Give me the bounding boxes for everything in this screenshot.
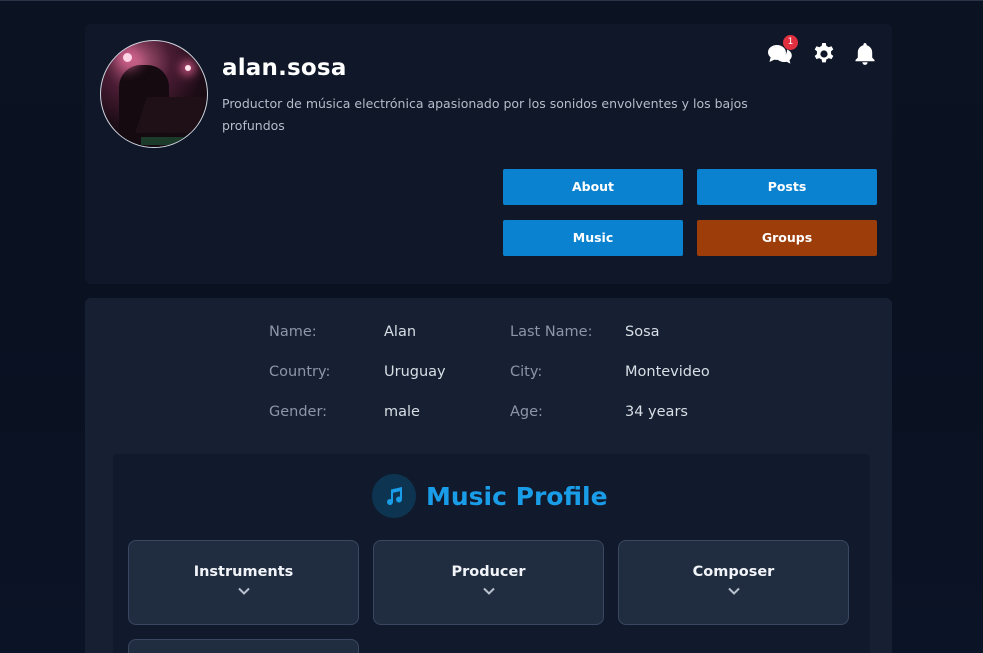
city-value: Montevideo xyxy=(625,364,710,380)
posts-button[interactable]: Posts xyxy=(697,169,877,205)
bell-icon[interactable] xyxy=(851,40,879,68)
composer-section[interactable]: Composer xyxy=(618,540,849,625)
profile-header: alan.sosa Productor de música electrónic… xyxy=(85,24,892,284)
profile-bio: Productor de música electrónica apasiona… xyxy=(222,96,748,133)
gender-label: Gender: xyxy=(269,404,328,420)
producer-section[interactable]: Producer xyxy=(373,540,604,625)
music-button[interactable]: Music xyxy=(503,220,683,256)
composer-label: Composer xyxy=(692,564,775,580)
age-label: Age: xyxy=(510,404,543,420)
about-button[interactable]: About xyxy=(503,169,683,205)
name-label: Name: xyxy=(269,324,317,340)
age-value: 34 years xyxy=(625,404,688,420)
instruments-section[interactable]: Instruments xyxy=(128,540,359,625)
music-profile-card: Music Profile Instruments Producer Compo… xyxy=(113,454,870,653)
producer-label: Producer xyxy=(451,564,526,580)
country-value: Uruguay xyxy=(384,364,446,380)
music-profile-title: Music Profile xyxy=(426,481,608,511)
chevron-down-icon xyxy=(237,587,250,595)
username: alan.sosa xyxy=(222,55,347,81)
lastname-label: Last Name: xyxy=(510,324,593,340)
chevron-down-icon xyxy=(727,587,740,595)
country-label: Country: xyxy=(269,364,331,380)
chevron-down-icon xyxy=(482,587,495,595)
profile-details-card: Name: Alan Last Name: Sosa Country: Urug… xyxy=(85,298,892,653)
chat-bubbles-icon[interactable]: 1 xyxy=(766,35,798,68)
lastname-value: Sosa xyxy=(625,324,660,340)
gender-value: male xyxy=(384,404,420,420)
groups-button[interactable]: Groups xyxy=(697,220,877,256)
music-note-icon xyxy=(372,474,416,518)
gear-icon[interactable] xyxy=(810,40,838,68)
avatar[interactable] xyxy=(100,40,208,148)
next-section-tile[interactable] xyxy=(128,639,359,653)
city-label: City: xyxy=(510,364,543,380)
instruments-label: Instruments xyxy=(193,564,294,580)
notification-badge: 1 xyxy=(783,35,798,50)
music-profile-header: Music Profile xyxy=(372,474,608,518)
name-value: Alan xyxy=(384,324,417,340)
